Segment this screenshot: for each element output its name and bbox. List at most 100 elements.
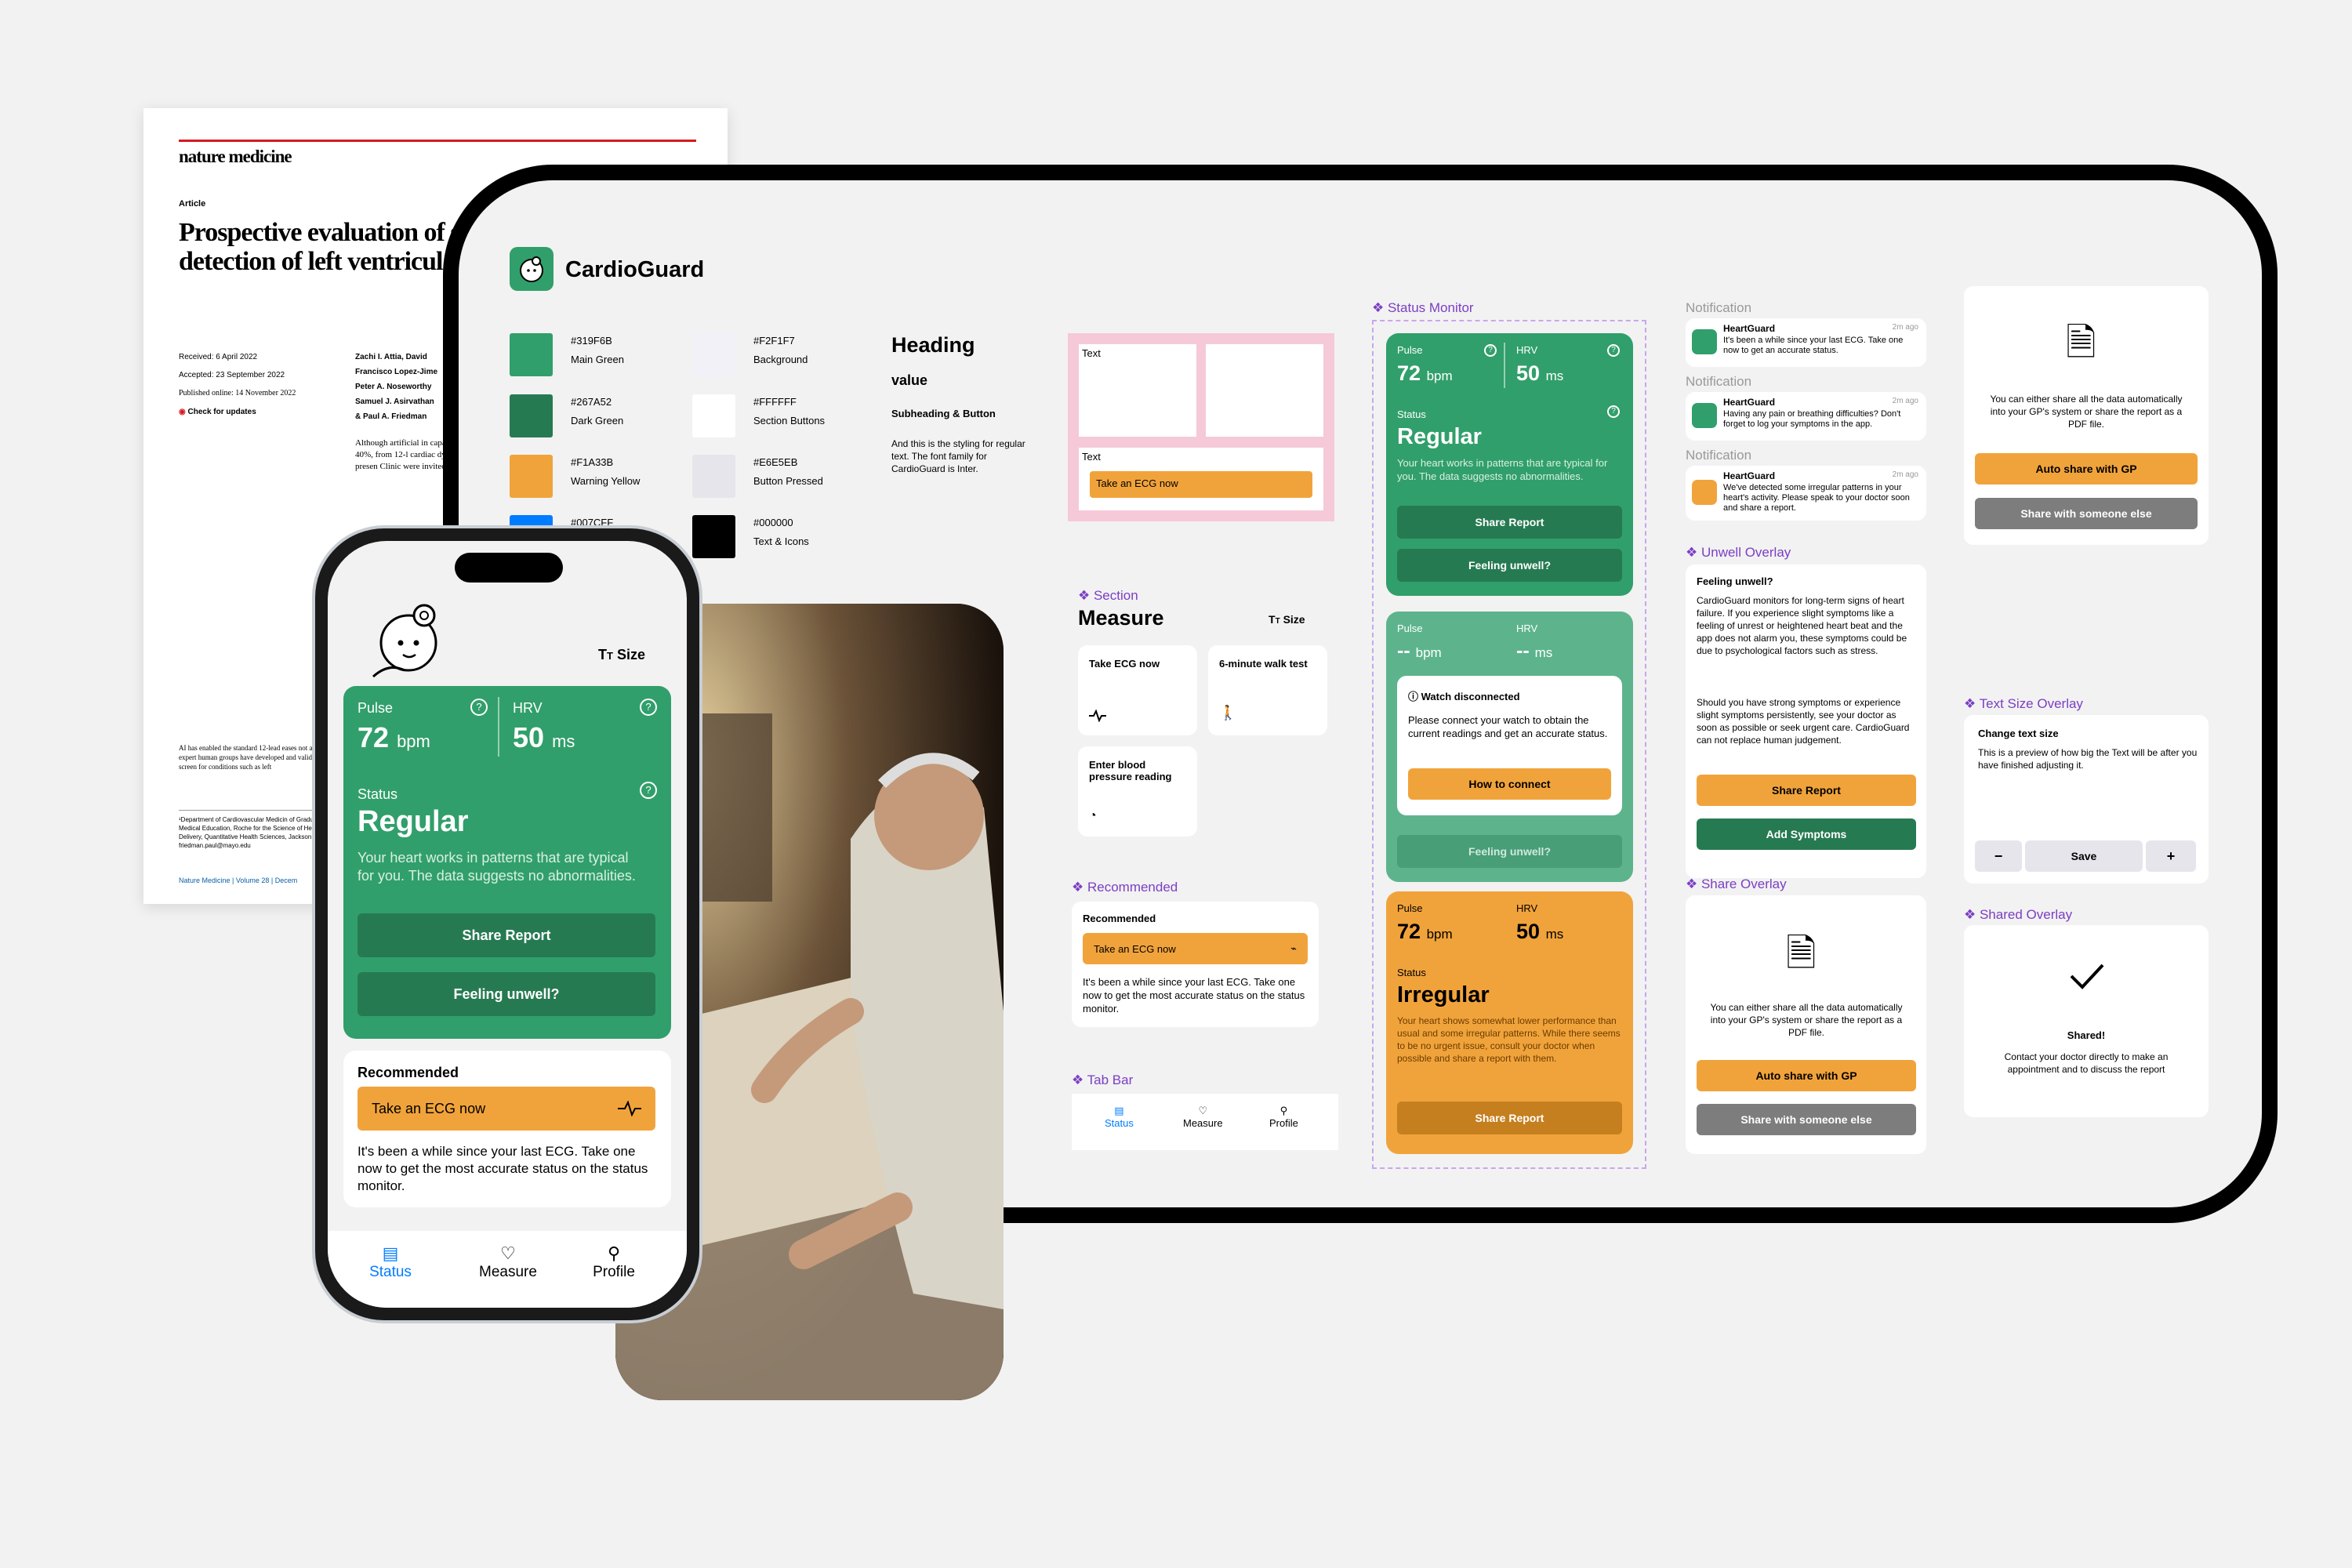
take-ecg-button[interactable]: Take an ECG now: [358, 1087, 655, 1131]
article-kind: Article: [179, 199, 206, 209]
help-icon[interactable]: ?: [640, 782, 657, 799]
tab-bar: ▤ Status ♡ Measure ⚲ Profile: [328, 1231, 687, 1308]
share-report-button[interactable]: Share Report: [1697, 775, 1916, 806]
increase-size-button[interactable]: +: [2146, 840, 2196, 872]
author-line: Francisco Lopez-Jime: [355, 368, 438, 376]
tab-profile[interactable]: ⚲ Profile: [586, 1243, 641, 1281]
color-swatch: [510, 455, 553, 498]
notification-label: Notification: [1686, 300, 1752, 315]
typo-heading: Heading: [891, 333, 975, 357]
color-label: #FFFFFF Section Buttons: [753, 396, 826, 426]
tab-profile[interactable]: ⚲ Profile: [1269, 1105, 1298, 1129]
color-swatch: [692, 455, 735, 498]
color-swatch: [692, 333, 735, 376]
divider: [1504, 343, 1505, 388]
share-overlay: 🗎 You can either share all the data auto…: [1964, 286, 2209, 545]
spacing-row: Text Take an ECG now: [1079, 448, 1323, 510]
check-updates-link[interactable]: ◉ Check for updates: [179, 408, 256, 416]
typo-subheading: Subheading & Button: [891, 408, 996, 419]
tab-bar: ▤ Status ♡ Measure ⚲ Profile: [1072, 1094, 1338, 1150]
journal-name: nature medicine: [179, 147, 292, 166]
ecg-icon: [1089, 710, 1106, 722]
measure-bp-card[interactable]: Enter blood pressure reading ◔: [1078, 746, 1197, 837]
notification-card[interactable]: HeartGuard 2m ago Having any pain or bre…: [1686, 392, 1926, 441]
help-icon[interactable]: ?: [1607, 405, 1620, 418]
text-size-button[interactable]: TT Size: [1269, 613, 1305, 626]
typo-regular: And this is the styling for regular text…: [891, 438, 1025, 474]
app-icon: [1692, 329, 1717, 354]
share-report-button[interactable]: Share Report: [1397, 506, 1622, 539]
notification-label: Notification: [1686, 374, 1752, 389]
tab-measure[interactable]: ♡ Measure: [477, 1243, 539, 1281]
share-someone-else-button[interactable]: Share with someone else: [1697, 1104, 1916, 1135]
accepted-date: Accepted: 23 September 2022: [179, 371, 285, 379]
dynamic-island: [455, 553, 563, 583]
tab-status[interactable]: ▤ Status: [367, 1243, 414, 1281]
auto-share-gp-button[interactable]: Auto share with GP: [1975, 453, 2198, 485]
recommended-label: ❖ Recommended: [1072, 880, 1178, 895]
pulse-value: 72 bpm: [1397, 361, 1453, 385]
color-label: #F1A33B Warning Yellow: [571, 456, 641, 487]
help-icon[interactable]: ?: [1607, 344, 1620, 357]
section-title: Measure: [1078, 606, 1164, 630]
auto-share-gp-button[interactable]: Auto share with GP: [1697, 1060, 1916, 1091]
pulse-value: 72 bpm: [358, 721, 430, 753]
how-to-connect-button[interactable]: How to connect: [1408, 768, 1611, 800]
help-icon[interactable]: ?: [1484, 344, 1497, 357]
gauge-icon: ◔: [1089, 809, 1097, 822]
status-value: Regular: [358, 805, 469, 838]
phone-screen: TT Size Pulse 72 bpm ? HRV 50 ms ? Statu…: [328, 541, 687, 1308]
color-swatch: [692, 394, 735, 437]
published-date: Published online: 14 November 2022: [179, 389, 296, 397]
article-footer: Nature Medicine | Volume 28 | Decem: [179, 877, 298, 884]
measure-walk-card[interactable]: 6-minute walk test 🚶: [1208, 645, 1327, 735]
color-label: #267A52 Dark Green: [571, 396, 624, 426]
tabbar-label: ❖ Tab Bar: [1072, 1073, 1134, 1087]
app-icon: [1692, 403, 1717, 428]
tab-measure[interactable]: ♡ Measure: [1183, 1105, 1223, 1129]
add-symptoms-button[interactable]: Add Symptoms: [1697, 818, 1916, 850]
status-value: Irregular: [1397, 982, 1490, 1007]
text-size-button[interactable]: TT Size: [598, 647, 645, 663]
watch-disconnected-card: ⓘ Watch disconnected Please connect your…: [1397, 676, 1622, 815]
textsize-overlay: Change text size This is a preview of ho…: [1964, 715, 2209, 884]
save-button[interactable]: Save: [2025, 840, 2143, 872]
feeling-unwell-button[interactable]: Feeling unwell?: [1397, 549, 1622, 582]
notification-card[interactable]: HeartGuard 2m ago We've detected some ir…: [1686, 466, 1926, 521]
status-monitor-regular: Pulse 72 bpm ? HRV 50 ms ? Status ? Regu…: [1386, 333, 1633, 596]
help-icon[interactable]: ?: [640, 699, 657, 716]
feeling-unwell-button[interactable]: Feeling unwell?: [358, 972, 655, 1016]
document-icon: 🗎: [2066, 322, 2096, 364]
author-line: & Paul A. Friedman: [355, 412, 427, 421]
share-report-button[interactable]: Share Report: [1397, 1102, 1622, 1134]
spacing-text-box: Text: [1079, 344, 1196, 437]
doctor-avatar-icon: [372, 604, 437, 678]
share-report-button[interactable]: Share Report: [358, 913, 655, 957]
section-label: ❖ Section: [1078, 588, 1138, 603]
decrease-size-button[interactable]: −: [1975, 840, 2022, 872]
app-icon: [1692, 480, 1717, 505]
take-ecg-button[interactable]: Take an ECG now ⌁: [1083, 933, 1308, 964]
feeling-unwell-button[interactable]: Feeling unwell?: [1397, 835, 1622, 868]
doctor-icon: [520, 256, 543, 282]
ecg-icon: ⌁: [1290, 942, 1297, 954]
help-icon[interactable]: ?: [470, 699, 488, 716]
author-line: Zachi I. Attia, David: [355, 353, 427, 361]
notification-card[interactable]: HeartGuard 2m ago It's been a while sinc…: [1686, 318, 1926, 367]
tab-status[interactable]: ▤ Status: [1105, 1105, 1134, 1129]
status-monitor-label: ❖ Status Monitor: [1372, 300, 1474, 315]
status-value: Regular: [1397, 424, 1482, 449]
measure-ecg-card[interactable]: Take ECG now: [1078, 645, 1197, 735]
spacing-text: Text: [1082, 451, 1101, 463]
color-label: #319F6B Main Green: [571, 335, 624, 365]
share-someone-else-button[interactable]: Share with someone else: [1975, 498, 2198, 529]
notification-label: Notification: [1686, 448, 1752, 463]
status-monitor-disconnected: Pulse -- bpm HRV -- ms ⓘ Watch disconnec…: [1386, 612, 1633, 882]
color-swatch: [510, 333, 553, 376]
checkmark-icon: [2070, 964, 2104, 989]
color-swatch: [510, 394, 553, 437]
walk-icon: 🚶: [1219, 705, 1237, 720]
spacing-box: [1206, 344, 1323, 437]
author-line: Peter A. Noseworthy: [355, 383, 432, 391]
ecg-icon: [618, 1101, 641, 1116]
